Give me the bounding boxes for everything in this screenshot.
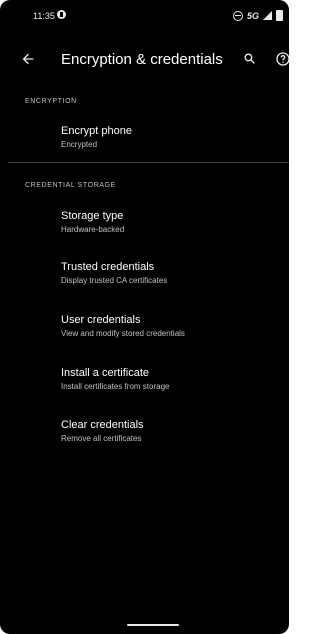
item-title: Trusted credentials xyxy=(61,261,155,273)
item-summary: Remove all certificates xyxy=(61,434,142,443)
status-icons: 5G xyxy=(232,10,283,21)
dnd-icon xyxy=(57,10,66,19)
section-header-credential-storage: CREDENTIAL STORAGE xyxy=(25,182,116,189)
page-title: Encryption & credentials xyxy=(61,51,223,68)
item-summary: Display trusted CA certificates xyxy=(61,276,168,285)
pref-user-credentials[interactable]: User credentials View and modify stored … xyxy=(61,313,281,339)
status-bar: 11:35 5G xyxy=(0,0,289,30)
phone-screen: 11:35 5G Encryption & credentials ENCRYP… xyxy=(0,0,289,634)
pref-clear-credentials[interactable]: Clear credentials Remove all certificate… xyxy=(61,418,281,444)
help-icon[interactable] xyxy=(275,51,289,67)
app-bar: Encryption & credentials xyxy=(0,42,289,78)
gesture-nav-handle[interactable] xyxy=(127,624,179,626)
item-summary: Install certificates from storage xyxy=(61,382,170,391)
item-title: Install a certificate xyxy=(61,367,150,379)
status-time: 11:35 xyxy=(33,11,55,21)
network-type: 5G xyxy=(246,10,259,21)
item-title: Clear credentials xyxy=(61,419,144,431)
item-summary: View and modify stored credentials xyxy=(61,329,185,338)
pref-encrypt-phone[interactable]: Encrypt phone Encrypted xyxy=(61,124,281,150)
item-title: User credentials xyxy=(61,314,141,326)
do-not-disturb-icon xyxy=(232,10,243,21)
item-summary: Hardware-backed xyxy=(61,225,125,234)
item-summary: Encrypted xyxy=(61,140,98,149)
section-header-encryption: ENCRYPTION xyxy=(25,98,77,105)
search-icon[interactable] xyxy=(243,52,256,65)
section-divider xyxy=(8,162,289,163)
pref-trusted-credentials[interactable]: Trusted credentials Display trusted CA c… xyxy=(61,260,281,286)
battery-icon xyxy=(276,10,283,21)
signal-icon xyxy=(263,11,272,20)
pref-storage-type[interactable]: Storage type Hardware-backed xyxy=(61,209,281,235)
item-title: Encrypt phone xyxy=(61,125,132,137)
back-arrow-icon[interactable] xyxy=(20,51,36,67)
item-title: Storage type xyxy=(61,210,124,222)
pref-install-certificate[interactable]: Install a certificate Install certificat… xyxy=(61,366,281,392)
